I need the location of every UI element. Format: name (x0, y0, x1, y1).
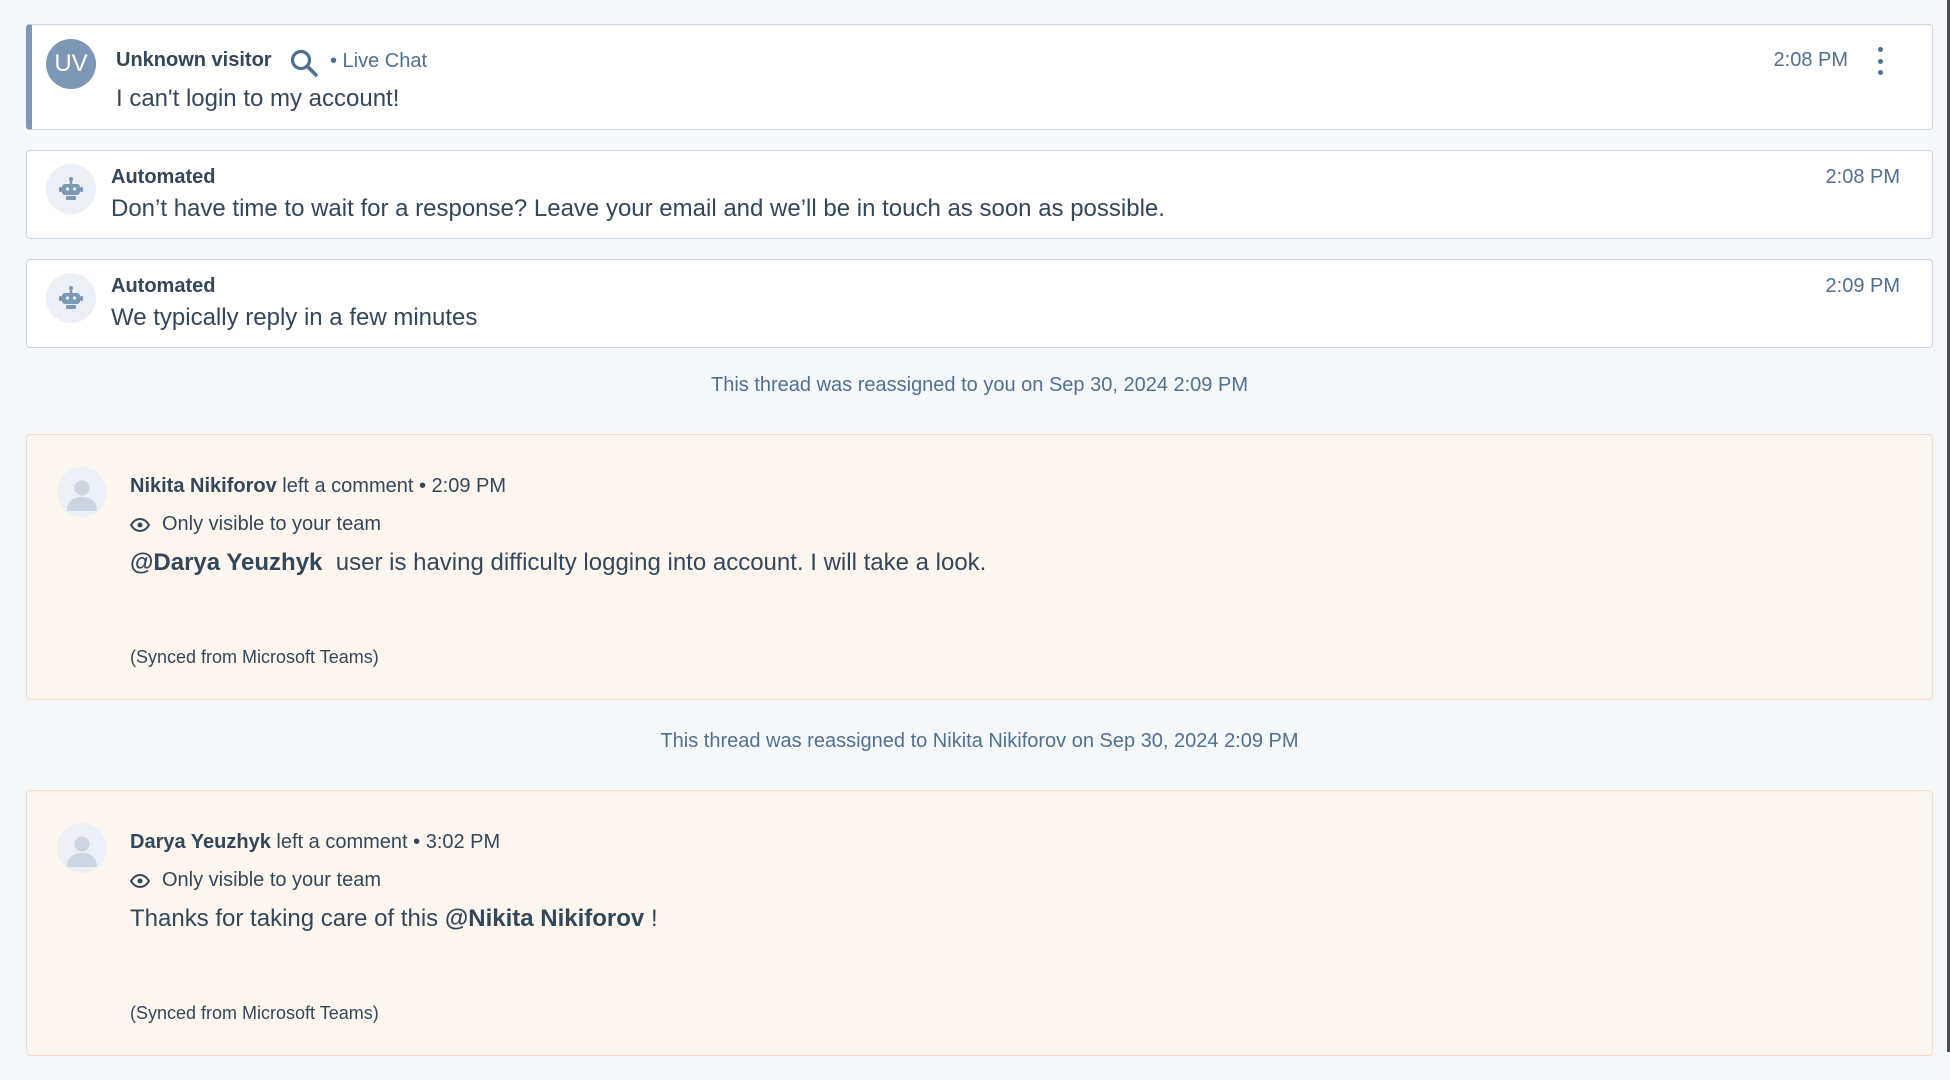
automated-message: Automated Don’t have time to wait for a … (26, 150, 1933, 239)
sender-name: Automated (111, 275, 216, 297)
bot-avatar (46, 273, 96, 323)
sender-name: Automated (111, 166, 216, 188)
visibility-note: Only visible to your team (130, 513, 381, 536)
visitor-name[interactable]: Unknown visitor (116, 49, 272, 72)
visitor-message: UV Unknown visitor • Live Chat I can't l… (26, 24, 1933, 130)
mention[interactable]: @Nikita Nikiforov (445, 905, 644, 932)
message-body: I can't login to my account! (116, 85, 400, 112)
reassignment-note: This thread was reassigned to you on Sep… (710, 374, 1248, 396)
message-time: 2:09 PM (1825, 275, 1900, 297)
comment-time: • 3:02 PM (413, 831, 501, 853)
person-icon (67, 836, 97, 867)
visibility-note: Only visible to your team (130, 869, 381, 892)
comment-action: left a comment (276, 831, 408, 853)
automated-message: Automated We typically reply in a few mi… (26, 259, 1933, 348)
message-body: Don’t have time to wait for a response? … (111, 195, 1165, 222)
comment-header: Darya Yeuzhyk left a comment • 3:02 PM (130, 831, 500, 854)
comment-text: Thanks for taking care of this (130, 905, 439, 932)
search-icon[interactable] (288, 47, 320, 79)
eye-icon (130, 873, 150, 888)
avatar[interactable] (57, 467, 107, 517)
internal-comment: Nikita Nikiforov left a comment • 2:09 P… (26, 434, 1933, 700)
comment-author[interactable]: Darya Yeuzhyk (130, 831, 271, 853)
comment-action: left a comment (282, 475, 414, 497)
comment-time: • 2:09 PM (419, 475, 507, 497)
synced-note: (Synced from Microsoft Teams) (130, 647, 379, 667)
eye-icon (130, 517, 150, 532)
visitor-avatar-initials: UV (54, 50, 88, 77)
internal-comment: Darya Yeuzhyk left a comment • 3:02 PM O… (26, 790, 1933, 1056)
comment-author[interactable]: Nikita Nikiforov (130, 475, 277, 497)
person-icon (67, 480, 97, 511)
channel-label: • Live Chat (330, 50, 428, 72)
visibility-label: Only visible to your team (162, 869, 381, 891)
comment-body: Thanks for taking care of this @Nikita N… (130, 905, 658, 933)
comment-text: user is having difficulty logging into a… (335, 549, 987, 576)
visitor-avatar[interactable]: UV (46, 39, 96, 89)
message-time: 2:08 PM (1773, 49, 1848, 71)
more-options-icon[interactable] (1870, 47, 1890, 75)
conversation-thread: UV Unknown visitor • Live Chat I can't l… (26, 24, 1933, 1080)
mention[interactable]: @Darya Yeuzhyk (130, 549, 322, 576)
comment-header: Nikita Nikiforov left a comment • 2:09 P… (130, 475, 506, 498)
robot-icon (59, 177, 83, 200)
reassignment-note: This thread was reassigned to Nikita Nik… (660, 730, 1299, 752)
visibility-label: Only visible to your team (162, 513, 381, 535)
message-time: 2:08 PM (1825, 166, 1900, 188)
bot-avatar (46, 164, 96, 214)
message-body: We typically reply in a few minutes (111, 304, 478, 331)
synced-note: (Synced from Microsoft Teams) (130, 1003, 379, 1023)
robot-icon (59, 286, 83, 309)
comment-text-end: ! (650, 905, 658, 932)
comment-body: @Darya Yeuzhyk user is having difficulty… (130, 549, 986, 577)
avatar[interactable] (57, 823, 107, 873)
